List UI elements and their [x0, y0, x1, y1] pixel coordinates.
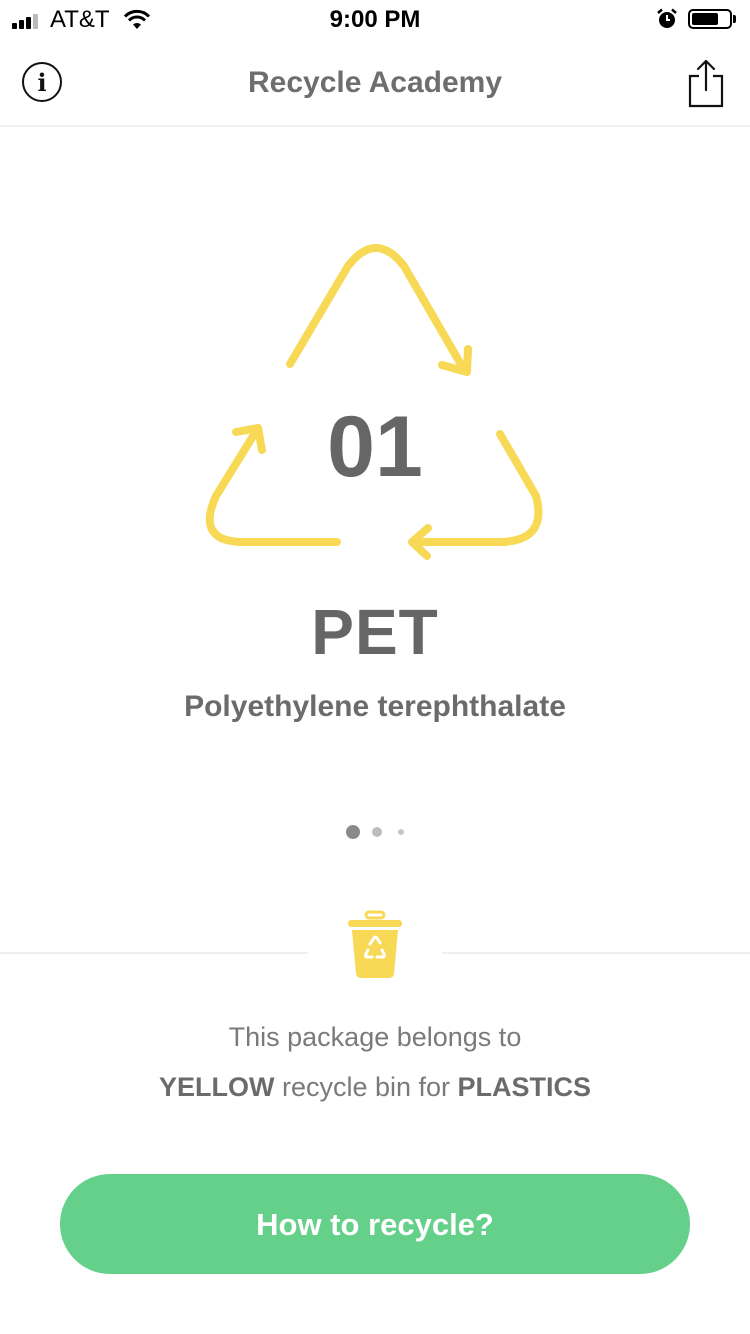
bin-description-line1: This package belongs to: [228, 1022, 522, 1052]
page-title: Recycle Academy: [247, 66, 503, 99]
status-bar: AT&T 9:00 PM: [0, 0, 750, 40]
battery-tip: [733, 15, 736, 23]
material-abbreviation: PET: [311, 596, 439, 668]
divider-left: [0, 952, 308, 954]
page-dot-2[interactable]: [372, 827, 382, 837]
page-dot-1[interactable]: [346, 825, 360, 839]
divider-right: [442, 952, 750, 954]
alarm-icon: [657, 8, 677, 28]
nav-bar: i Recycle Academy: [0, 40, 750, 127]
recycle-bin-icon: [348, 910, 402, 978]
share-icon[interactable]: [688, 58, 724, 108]
status-right: [656, 8, 736, 30]
bin-middle-text: recycle bin for: [274, 1072, 458, 1102]
bin-category: PLASTICS: [457, 1072, 592, 1102]
status-time: 9:00 PM: [329, 6, 421, 33]
battery-icon: [688, 9, 732, 29]
material-full-name: Polyethylene terephthalate: [184, 690, 566, 723]
how-to-recycle-button[interactable]: How to recycle?: [60, 1174, 690, 1274]
page-dot-3[interactable]: [398, 829, 404, 835]
bin-description-line2: YELLOW recycle bin for PLASTICS: [0, 1072, 750, 1103]
resin-code-number: 01: [327, 399, 423, 495]
bin-color: YELLOW: [158, 1072, 275, 1102]
page-indicator[interactable]: [0, 825, 750, 839]
